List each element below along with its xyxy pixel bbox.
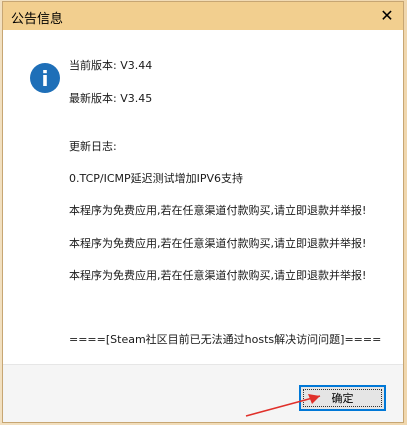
- announcement-dialog: 公告信息 ✕ 当前版本: V3.44 最新版本: V3.45 更新日志: 0.T…: [2, 1, 404, 423]
- changelog-header: 更新日志:: [69, 140, 117, 153]
- dialog-footer: 确定: [3, 364, 403, 422]
- dialog-content: 当前版本: V3.44 最新版本: V3.45 更新日志: 0.TCP/ICMP…: [3, 30, 403, 364]
- notice-line: 本程序为免费应用,若在任意渠道付款购买,请立即退款并举报!: [69, 204, 367, 217]
- notice-line: 本程序为免费应用,若在任意渠道付款购买,请立即退款并举报!: [69, 237, 367, 250]
- dialog-title: 公告信息: [11, 12, 64, 27]
- title-bar: 公告信息 ✕: [3, 2, 403, 30]
- current-version-text: 当前版本: V3.44: [69, 59, 153, 72]
- changelog-item: 0.TCP/ICMP延迟测试增加IPV6支持: [69, 172, 244, 185]
- notice-line: 本程序为免费应用,若在任意渠道付款购买,请立即退款并举报!: [69, 269, 367, 282]
- latest-version-text: 最新版本: V3.45: [69, 92, 153, 105]
- red-arrow-annotation: [245, 394, 321, 417]
- info-icon: [30, 63, 60, 93]
- steam-notice: ====[Steam社区目前已无法通过hosts解决访问问题]====: [69, 333, 382, 346]
- close-icon[interactable]: ✕: [377, 6, 397, 26]
